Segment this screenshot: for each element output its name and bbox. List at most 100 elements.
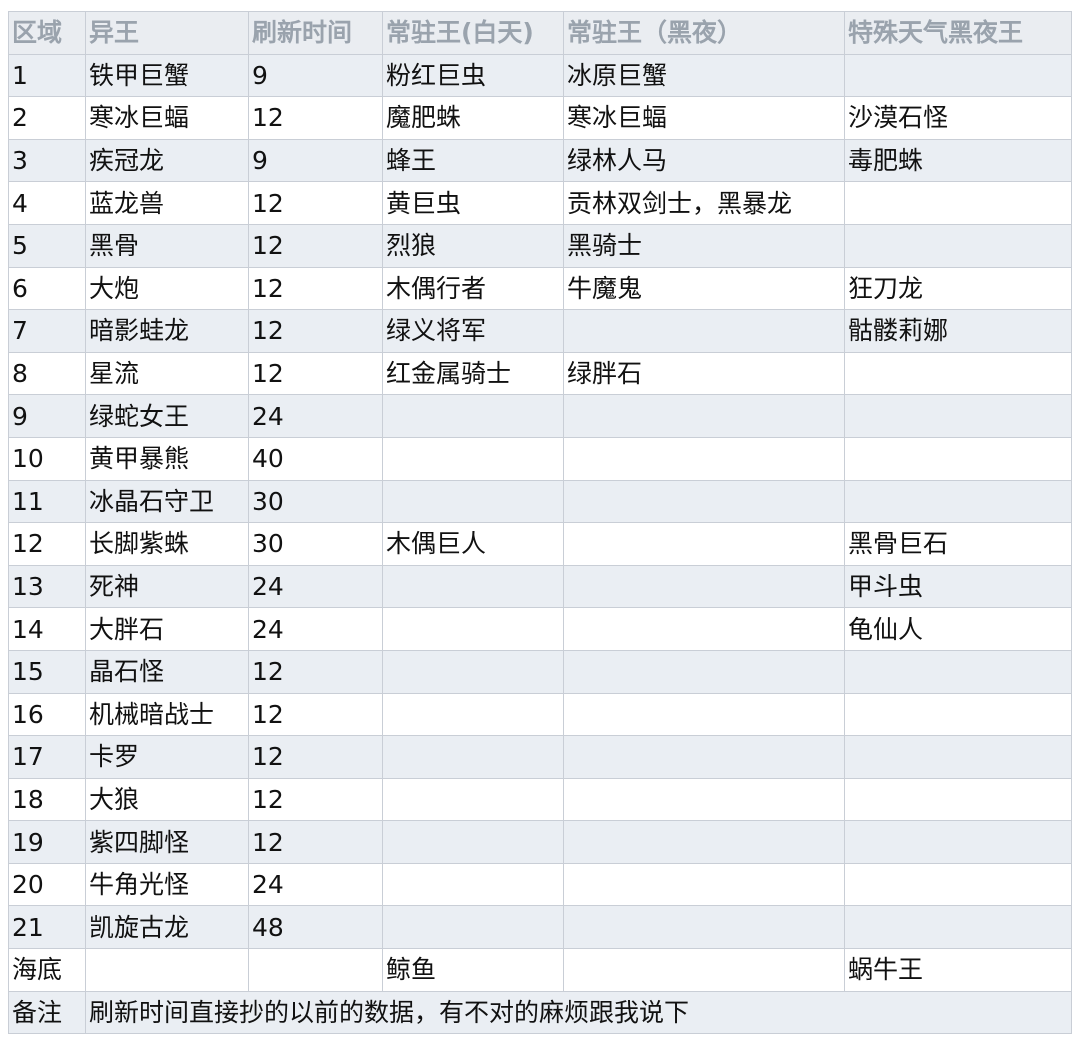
- cell-region[interactable]: 12: [8, 522, 86, 566]
- cell-special-boss[interactable]: 长脚紫蛛: [85, 522, 249, 566]
- cell-region[interactable]: 18: [8, 777, 86, 822]
- cell-special-boss[interactable]: 凯旋古龙: [85, 905, 249, 950]
- cell-weather-night[interactable]: [844, 181, 1072, 225]
- cell-special-boss[interactable]: 黄甲暴熊: [85, 436, 249, 481]
- cell-weather-night[interactable]: [844, 351, 1072, 396]
- cell-region[interactable]: 14: [8, 607, 86, 651]
- cell-special-boss[interactable]: 卡罗: [85, 735, 249, 779]
- cell-region[interactable]: 7: [8, 309, 86, 353]
- cell-weather-night[interactable]: [844, 862, 1072, 907]
- note-text-cell[interactable]: 刷新时间直接抄的以前的数据，有不对的麻烦跟我说下: [85, 990, 1072, 1035]
- cell-resident-night[interactable]: [563, 649, 845, 694]
- cell-refresh-time[interactable]: 9: [248, 138, 383, 183]
- cell-weather-night[interactable]: [844, 692, 1072, 737]
- cell-resident-night[interactable]: [563, 777, 845, 822]
- cell-region[interactable]: 9: [8, 394, 86, 438]
- cell-weather-night[interactable]: [844, 479, 1072, 524]
- cell-region[interactable]: 6: [8, 266, 86, 311]
- cell-resident-night[interactable]: [563, 692, 845, 737]
- cell-refresh-time[interactable]: 12: [248, 96, 383, 140]
- cell-special-boss[interactable]: 冰晶石守卫: [85, 479, 249, 524]
- cell-resident-day[interactable]: 木偶巨人: [382, 522, 564, 566]
- cell-resident-night[interactable]: [563, 309, 845, 353]
- cell-special-boss[interactable]: 寒冰巨蝠: [85, 96, 249, 140]
- cell-refresh-time[interactable]: 12: [248, 351, 383, 396]
- cell-weather-night[interactable]: [844, 777, 1072, 822]
- cell-special-boss[interactable]: 星流: [85, 351, 249, 396]
- cell-resident-night[interactable]: [563, 394, 845, 438]
- cell-resident-day[interactable]: [382, 479, 564, 524]
- cell-weather-night[interactable]: [844, 649, 1072, 694]
- cell-special-boss[interactable]: 晶石怪: [85, 649, 249, 694]
- cell-resident-night[interactable]: 贡林双剑士，黑暴龙: [563, 181, 845, 225]
- cell-refresh-time[interactable]: 30: [248, 522, 383, 566]
- cell-resident-day[interactable]: 绿义将军: [382, 309, 564, 353]
- cell-region[interactable]: 16: [8, 692, 86, 737]
- header-resident-boss-day[interactable]: 常驻王(白天): [382, 11, 564, 55]
- cell-resident-day[interactable]: [382, 862, 564, 907]
- cell-region[interactable]: 13: [8, 564, 86, 609]
- cell-refresh-time[interactable]: 12: [248, 820, 383, 864]
- cell-region[interactable]: 8: [8, 351, 86, 396]
- header-region[interactable]: 区域: [8, 11, 86, 55]
- cell-special-boss[interactable]: 大狼: [85, 777, 249, 822]
- cell-refresh-time[interactable]: 40: [248, 436, 383, 481]
- cell-weather-night[interactable]: 龟仙人: [844, 607, 1072, 651]
- cell-weather-night[interactable]: 骷髅莉娜: [844, 309, 1072, 353]
- cell-special-boss[interactable]: 蓝龙兽: [85, 181, 249, 225]
- cell-resident-night[interactable]: [563, 564, 845, 609]
- header-refresh-time[interactable]: 刷新时间: [248, 11, 383, 55]
- cell-resident-night[interactable]: [563, 479, 845, 524]
- cell-special-boss[interactable]: 铁甲巨蟹: [85, 53, 249, 98]
- cell-refresh-time[interactable]: 12: [248, 181, 383, 225]
- cell-resident-day[interactable]: [382, 436, 564, 481]
- cell-resident-day[interactable]: 鲸鱼: [382, 948, 564, 992]
- cell-region[interactable]: 11: [8, 479, 86, 524]
- cell-resident-night[interactable]: 绿胖石: [563, 351, 845, 396]
- cell-resident-day[interactable]: [382, 692, 564, 737]
- cell-refresh-time[interactable]: 12: [248, 777, 383, 822]
- cell-resident-day[interactable]: [382, 564, 564, 609]
- cell-weather-night[interactable]: [844, 394, 1072, 438]
- cell-refresh-time[interactable]: 12: [248, 223, 383, 268]
- cell-special-boss[interactable]: 暗影蛙龙: [85, 309, 249, 353]
- cell-refresh-time[interactable]: 9: [248, 53, 383, 98]
- cell-weather-night[interactable]: 甲斗虫: [844, 564, 1072, 609]
- cell-region[interactable]: 21: [8, 905, 86, 950]
- cell-region[interactable]: 17: [8, 735, 86, 779]
- cell-resident-day[interactable]: [382, 735, 564, 779]
- cell-weather-night[interactable]: [844, 735, 1072, 779]
- cell-weather-night[interactable]: 沙漠石怪: [844, 96, 1072, 140]
- cell-resident-night[interactable]: [563, 522, 845, 566]
- cell-resident-day[interactable]: 木偶行者: [382, 266, 564, 311]
- cell-refresh-time[interactable]: 24: [248, 564, 383, 609]
- cell-resident-night[interactable]: 黑骑士: [563, 223, 845, 268]
- cell-refresh-time[interactable]: [248, 948, 383, 992]
- cell-special-boss[interactable]: 机械暗战士: [85, 692, 249, 737]
- cell-refresh-time[interactable]: 12: [248, 309, 383, 353]
- cell-special-boss[interactable]: 绿蛇女王: [85, 394, 249, 438]
- cell-resident-day[interactable]: [382, 777, 564, 822]
- cell-resident-day[interactable]: [382, 905, 564, 950]
- cell-refresh-time[interactable]: 12: [248, 649, 383, 694]
- cell-resident-day[interactable]: 粉红巨虫: [382, 53, 564, 98]
- cell-resident-night[interactable]: 寒冰巨蝠: [563, 96, 845, 140]
- cell-weather-night[interactable]: 黑骨巨石: [844, 522, 1072, 566]
- cell-resident-day[interactable]: 黄巨虫: [382, 181, 564, 225]
- cell-refresh-time[interactable]: 12: [248, 266, 383, 311]
- header-resident-boss-night[interactable]: 常驻王（黑夜）: [563, 11, 845, 55]
- header-special-boss[interactable]: 异王: [85, 11, 249, 55]
- note-label-cell[interactable]: 备注: [8, 990, 86, 1035]
- cell-weather-night[interactable]: 蜗牛王: [844, 948, 1072, 992]
- cell-resident-night[interactable]: [563, 436, 845, 481]
- cell-resident-day[interactable]: 红金属骑士: [382, 351, 564, 396]
- cell-refresh-time[interactable]: 24: [248, 862, 383, 907]
- cell-weather-night[interactable]: [844, 820, 1072, 864]
- cell-special-boss[interactable]: 疾冠龙: [85, 138, 249, 183]
- cell-resident-day[interactable]: [382, 820, 564, 864]
- cell-resident-night[interactable]: 牛魔鬼: [563, 266, 845, 311]
- cell-region[interactable]: 4: [8, 181, 86, 225]
- cell-resident-day[interactable]: 烈狼: [382, 223, 564, 268]
- cell-refresh-time[interactable]: 12: [248, 735, 383, 779]
- cell-special-boss[interactable]: 大炮: [85, 266, 249, 311]
